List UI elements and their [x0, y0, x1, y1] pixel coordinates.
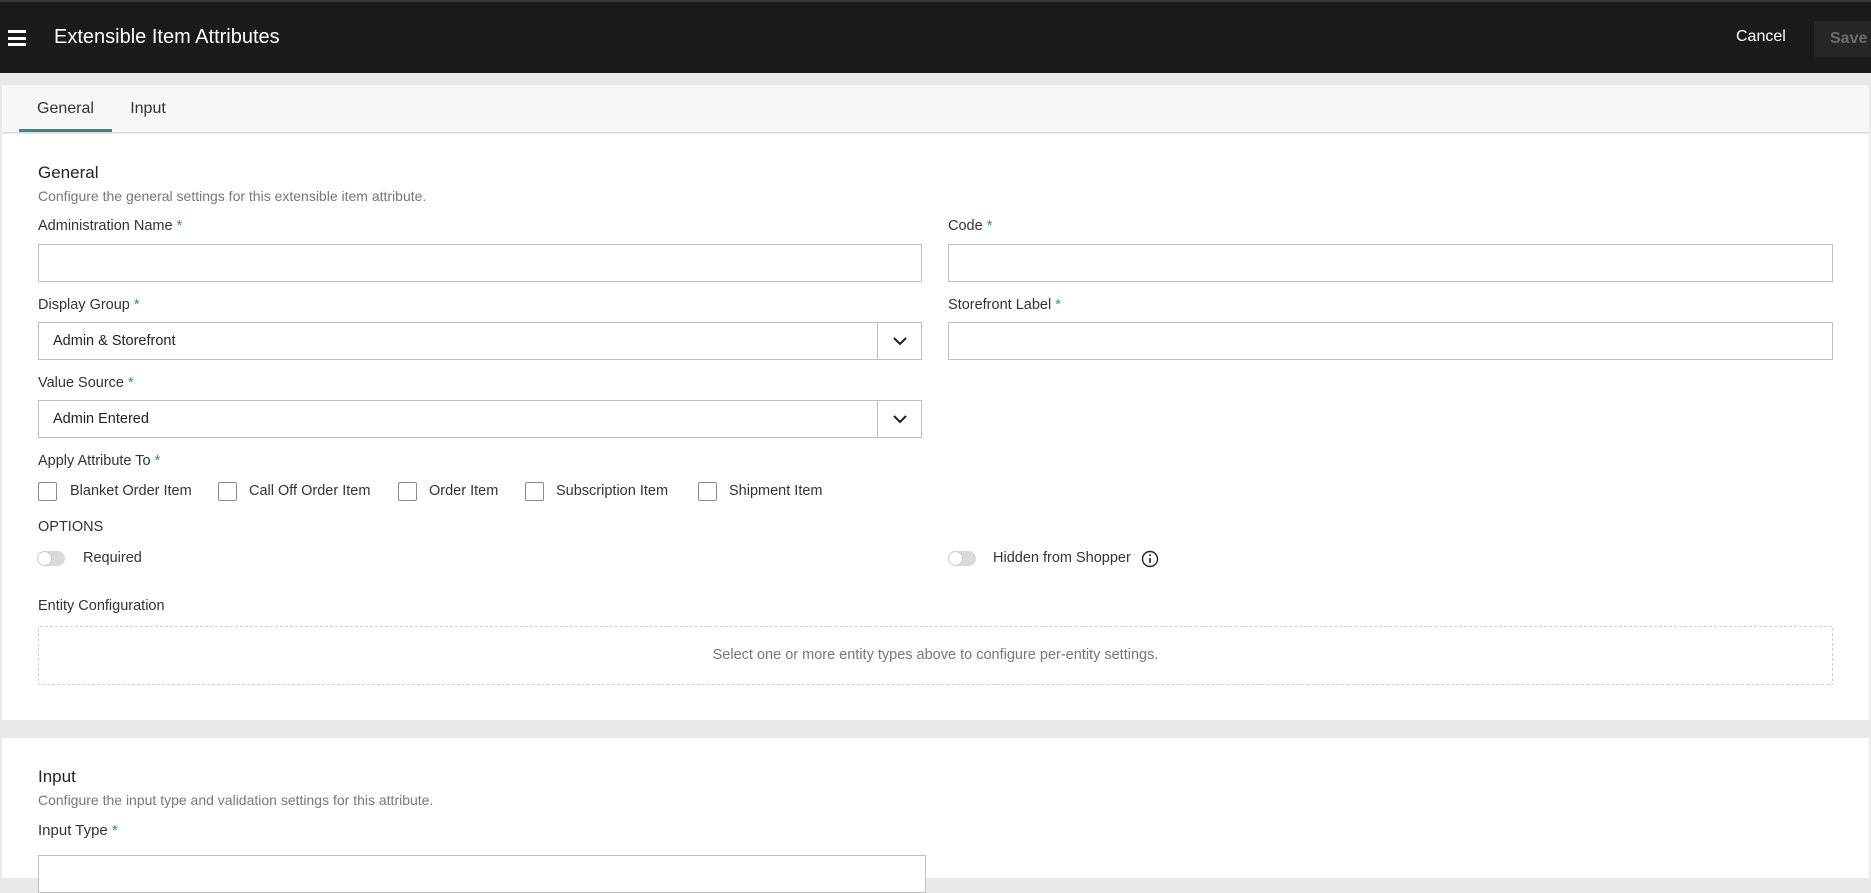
required-marker: * — [176, 218, 183, 234]
hidden-from-shopper-label: Hidden from Shopper — [993, 550, 1131, 566]
display-group-label: Display Group * — [38, 297, 140, 313]
save-button[interactable]: Save — [1814, 21, 1871, 57]
required-marker: * — [128, 375, 134, 391]
required-marker: * — [154, 453, 161, 469]
input-type-label: Input Type * — [38, 822, 118, 839]
checkbox-subscription-item[interactable] — [525, 482, 544, 501]
apply-attribute-to-label: Apply Attribute To * — [38, 453, 161, 469]
input-type-select[interactable] — [38, 855, 926, 893]
hamburger-menu-icon[interactable] — [8, 30, 26, 46]
page-title: Extensible Item Attributes — [54, 26, 280, 48]
storefront-label-label: Storefront Label * — [948, 297, 1061, 313]
checkbox-shipment-item[interactable] — [698, 482, 717, 501]
entity-configuration-empty-state: Select one or more entity types above to… — [38, 626, 1833, 685]
admin-name-input[interactable] — [38, 244, 922, 282]
top-bar: Extensible Item Attributes Cancel Save — [0, 0, 1871, 73]
input-section-title: Input — [38, 767, 76, 786]
required-toggle-label: Required — [83, 550, 142, 566]
tab-bar: General Input — [2, 85, 1869, 133]
chevron-down-icon[interactable] — [877, 323, 921, 359]
required-marker: * — [133, 297, 140, 313]
storefront-label-input[interactable] — [948, 322, 1833, 360]
checkbox-blanket-order-item[interactable] — [38, 482, 57, 501]
admin-name-label: Administration Name * — [38, 218, 183, 234]
tab-input[interactable]: Input — [114, 85, 182, 132]
checkbox-call-off-order-item[interactable] — [218, 482, 237, 501]
required-marker: * — [1055, 297, 1061, 313]
tab-general[interactable]: General — [19, 85, 112, 132]
entity-configuration-label: Entity Configuration — [38, 598, 165, 614]
value-source-select[interactable]: Admin Entered — [38, 400, 922, 438]
value-source-label: Value Source * — [38, 375, 134, 391]
hidden-from-shopper-toggle[interactable] — [948, 551, 976, 566]
checkbox-label: Blanket Order Item — [70, 483, 192, 499]
required-marker: * — [986, 218, 993, 234]
code-input[interactable] — [948, 244, 1833, 282]
required-marker: * — [111, 822, 118, 839]
checkbox-label: Call Off Order Item — [249, 483, 371, 499]
checkbox-label: Subscription Item — [556, 483, 669, 499]
checkbox-label: Order Item — [429, 483, 499, 499]
checkbox-order-item[interactable] — [398, 482, 417, 501]
checkbox-label: Shipment Item — [729, 483, 823, 499]
info-circle-icon[interactable] — [1141, 550, 1159, 568]
options-heading: OPTIONS — [38, 519, 104, 535]
general-section-description: Configure the general settings for this … — [38, 188, 427, 204]
cancel-button[interactable]: Cancel — [1736, 28, 1786, 46]
input-section-description: Configure the input type and validation … — [38, 792, 434, 808]
chevron-down-icon[interactable] — [877, 401, 921, 437]
required-toggle[interactable] — [37, 551, 65, 566]
value-source-value: Admin Entered — [53, 411, 149, 427]
display-group-value: Admin & Storefront — [53, 333, 176, 349]
code-label: Code * — [948, 218, 993, 234]
input-section: Input Configure the input type and valid… — [2, 738, 1869, 893]
display-group-select[interactable]: Admin & Storefront — [38, 322, 922, 360]
general-section-title: General — [38, 163, 99, 182]
